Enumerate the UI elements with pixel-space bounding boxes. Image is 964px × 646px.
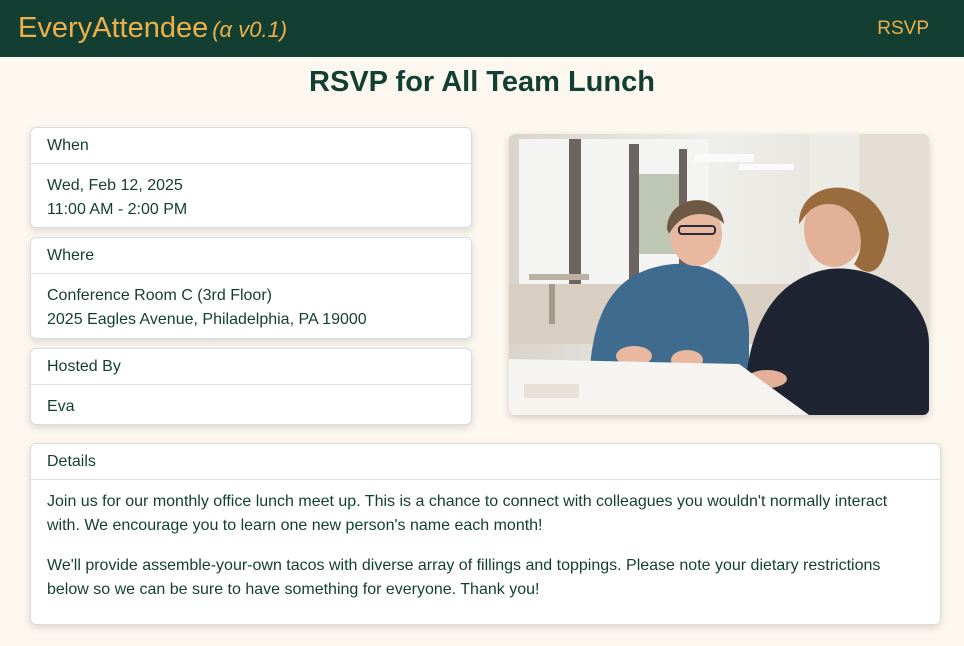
when-card-header: When [31, 128, 471, 164]
where-card-body: Conference Room C (3rd Floor) 2025 Eagle… [31, 274, 471, 338]
event-date: Wed, Feb 12, 2025 [47, 177, 183, 194]
event-time: 11:00 AM - 2:00 PM [47, 201, 188, 218]
details-card-body: Join us for our monthly office lunch mee… [31, 480, 940, 612]
brand-name: EveryAttendee [18, 12, 209, 44]
hosted-by-card: Hosted By Eva [30, 348, 472, 425]
when-card: When Wed, Feb 12, 2025 11:00 AM - 2:00 P… [30, 127, 472, 228]
where-card-header: Where [31, 238, 471, 274]
top-navbar: EveryAttendee (α v0.1) RSVP [0, 0, 964, 57]
event-room: Conference Room C (3rd Floor) [47, 287, 272, 304]
nav-rsvp-link[interactable]: RSVP [877, 18, 929, 40]
where-card: Where Conference Room C (3rd Floor) 2025… [30, 237, 472, 339]
details-card-header: Details [31, 444, 940, 480]
page-title: RSVP for All Team Lunch [309, 66, 655, 98]
details-paragraph-1: Join us for our monthly office lunch mee… [47, 493, 888, 534]
brand-logo[interactable]: EveryAttendee (α v0.1) [18, 14, 287, 43]
event-address: 2025 Eagles Avenue, Philadelphia, PA 190… [47, 311, 367, 328]
brand-version: (α v0.1) [212, 17, 288, 42]
hosted-by-card-header: Hosted By [31, 349, 471, 385]
details-card: Details Join us for our monthly office l… [30, 443, 941, 625]
when-card-body: Wed, Feb 12, 2025 11:00 AM - 2:00 PM [31, 164, 471, 227]
event-photo [509, 134, 929, 415]
event-host: Eva [47, 398, 75, 415]
details-paragraph-2: We'll provide assemble-your-own tacos wi… [47, 557, 881, 598]
hosted-by-card-body: Eva [31, 385, 471, 424]
